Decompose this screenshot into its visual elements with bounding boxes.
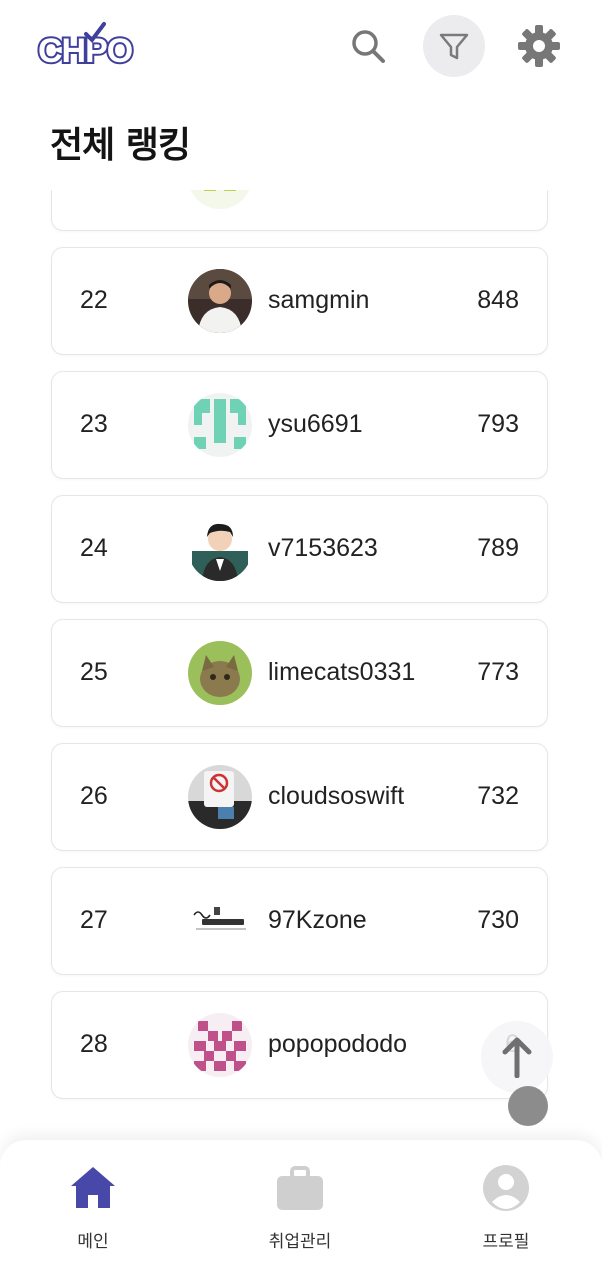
- username: samgmin: [268, 286, 370, 314]
- rank-number: 22: [80, 286, 108, 314]
- username: v7153623: [268, 534, 378, 562]
- search-icon: [352, 30, 385, 63]
- avatar-logo-text: [188, 889, 252, 953]
- rank-number: 25: [80, 658, 108, 686]
- avatar-pattern-pink: [188, 1013, 252, 1077]
- username: cloudsoswift: [268, 782, 405, 810]
- app-screen: CHPO 전체 랭킹 22 samgmin 848 23 ysu6691 793…: [0, 0, 602, 1272]
- username: popopododo: [268, 1030, 408, 1058]
- score: 732: [477, 782, 519, 810]
- briefcase-icon: [277, 1166, 323, 1210]
- ranking-row[interactable]: 27 97Kzone 730: [51, 867, 548, 975]
- ranking-row[interactable]: 21 yoonnno 850: [51, 190, 548, 231]
- floating-handle[interactable]: [508, 1086, 548, 1126]
- rank-number: 27: [80, 906, 108, 934]
- page-title: 전체 랭킹: [50, 125, 191, 166]
- nav-item-job-management[interactable]: 취업관리: [240, 1162, 360, 1252]
- bottom-navigation: 메인 취업관리 프로필: [0, 1140, 602, 1272]
- ranking-row[interactable]: 28 popopododo 6: [51, 991, 548, 1099]
- username: ysu6691: [268, 410, 363, 438]
- user-icon: [483, 1165, 529, 1211]
- nav-label: 메인: [77, 1232, 109, 1252]
- ranking-row[interactable]: 22 samgmin 848: [51, 247, 548, 355]
- avatar-photo-person: [188, 269, 252, 333]
- ranking-list[interactable]: 21 yoonnno 850 22: [0, 190, 602, 1150]
- arrow-up-icon: [502, 1037, 532, 1078]
- username: limecats0331: [268, 658, 416, 686]
- nav-item-main[interactable]: 메인: [33, 1162, 153, 1252]
- avatar-illustration-person: [188, 517, 252, 581]
- score: 789: [477, 534, 519, 562]
- avatar-pattern-teal: [188, 393, 252, 457]
- rank-number: 26: [80, 782, 108, 810]
- rank-number: 24: [80, 534, 108, 562]
- settings-button[interactable]: [508, 15, 570, 77]
- nav-label: 프로필: [482, 1232, 530, 1252]
- ranking-row[interactable]: 23 ysu6691 793: [51, 371, 548, 479]
- avatar-photo-sign: [188, 765, 252, 829]
- avatar-pattern-green: [188, 190, 252, 209]
- scroll-to-top-button[interactable]: [481, 1021, 553, 1093]
- nav-label: 취업관리: [268, 1232, 332, 1252]
- filter-icon: [439, 33, 469, 60]
- rank-number: 23: [80, 410, 108, 438]
- ranking-row[interactable]: 24 v7153623 789: [51, 495, 548, 603]
- chpo-logo[interactable]: CHPO: [34, 18, 146, 72]
- score: 773: [477, 658, 519, 686]
- score: 848: [477, 286, 519, 314]
- rank-number: 21: [80, 190, 108, 191]
- ranking-row[interactable]: 25 limecats0331 773: [51, 619, 548, 727]
- rank-number: 28: [80, 1030, 108, 1058]
- username: 97Kzone: [268, 906, 367, 934]
- search-button[interactable]: [337, 15, 399, 77]
- score: 850: [477, 190, 519, 191]
- username: yoonnno: [268, 190, 364, 191]
- score: 730: [477, 906, 519, 934]
- score: 793: [477, 410, 519, 438]
- ranking-row[interactable]: 26 cloudsoswift 732: [51, 743, 548, 851]
- home-icon: [71, 1167, 115, 1208]
- gear-icon: [518, 25, 560, 67]
- avatar-photo-cat: [188, 641, 252, 705]
- filter-button[interactable]: [423, 15, 485, 77]
- svg-text:CHPO: CHPO: [38, 32, 133, 70]
- top-header: CHPO: [0, 0, 602, 100]
- nav-item-profile[interactable]: 프로필: [446, 1162, 566, 1252]
